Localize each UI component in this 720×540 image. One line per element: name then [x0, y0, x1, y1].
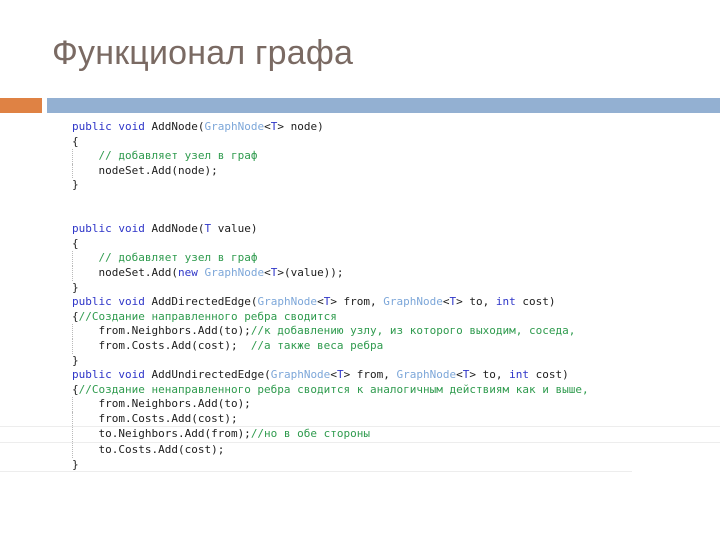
code-line: from.Costs.Add(cost);	[0, 411, 720, 427]
code-token: to.Neighbors.Add(from);	[72, 427, 251, 441]
code-token: AddNode(	[151, 222, 205, 236]
code-token: int	[495, 295, 516, 309]
code-line: }	[0, 458, 632, 473]
code-line: to.Neighbors.Add(from);//но в обе сторон…	[0, 426, 720, 444]
code-line	[0, 193, 720, 208]
code-token: AddDirectedEdge(	[151, 295, 258, 309]
code-token: {	[72, 382, 79, 396]
code-line: {//Создание ненаправленного ребра сводит…	[0, 383, 720, 398]
code-listing: public void AddNode(GraphNode<T> node){ …	[0, 120, 720, 473]
code-line: {//Создание направленного ребра сводится	[0, 310, 720, 325]
code-line: {	[0, 135, 720, 150]
code-token: > from,	[330, 295, 384, 309]
code-token: AddNode(	[151, 120, 205, 133]
code-token: > from,	[343, 368, 397, 382]
code-line: nodeSet.Add(new GraphNode<T>(value));	[0, 265, 720, 281]
accent-orange-block	[0, 98, 42, 113]
code-line: // добавляет узел в граф	[0, 149, 720, 164]
code-token: public void	[72, 295, 152, 309]
code-token: // добавляет узел в граф	[98, 251, 258, 265]
code-token: from.Neighbors.Add(to);	[72, 397, 251, 411]
code-line: public void AddNode(GraphNode<T> node)	[0, 120, 720, 135]
code-token: }	[72, 178, 79, 192]
code-line: {	[0, 237, 720, 252]
code-line: }	[0, 281, 720, 296]
code-token: }	[72, 457, 79, 471]
code-line: }	[0, 354, 720, 369]
code-token: GraphNode	[270, 368, 331, 382]
code-token: <	[317, 295, 324, 309]
code-token: public void	[72, 120, 152, 133]
code-token: //Создание ненаправленного ребра сводитс…	[78, 382, 589, 396]
code-token: GraphNode	[383, 295, 443, 309]
page-title: Функционал графа	[52, 34, 354, 72]
code-token: GraphNode	[204, 120, 265, 133]
code-token: //Создание направленного ребра сводится	[78, 309, 337, 323]
code-token: nodeSet.Add(node);	[72, 163, 218, 177]
code-line: from.Costs.Add(cost); //а также веса реб…	[0, 338, 720, 354]
code-token: GraphNode	[204, 265, 265, 279]
code-token: AddUndirectedEdge(	[151, 368, 271, 382]
code-token: {	[72, 134, 79, 148]
code-line: to.Costs.Add(cost);	[0, 443, 720, 458]
code-line: from.Neighbors.Add(to);	[0, 397, 720, 412]
code-token: value)	[211, 222, 258, 236]
code-token: > to,	[456, 295, 496, 309]
code-token: from.Costs.Add(cost);	[72, 411, 238, 425]
code-line: public void AddNode(T value)	[0, 222, 720, 237]
code-token: // добавляет узел в граф	[98, 149, 258, 163]
code-token: int	[509, 368, 530, 382]
code-line: }	[0, 178, 720, 193]
code-token: from.Costs.Add(cost);	[72, 338, 251, 352]
code-token: cost)	[515, 295, 556, 309]
code-token: > node)	[277, 120, 324, 133]
code-line: // добавляет узел в граф	[0, 251, 720, 266]
code-token: //а также веса ребра	[250, 338, 384, 352]
code-token: {	[72, 309, 79, 323]
code-token: to.Costs.Add(cost);	[72, 443, 225, 457]
code-token: nodeSet.Add(	[72, 265, 178, 279]
title-accent-band	[0, 98, 720, 113]
code-line: public void AddDirectedEdge(GraphNode<T>…	[0, 295, 720, 310]
code-token: > to,	[469, 368, 510, 382]
code-token: <	[264, 265, 271, 279]
code-token: <	[264, 120, 271, 133]
code-line	[0, 208, 720, 223]
code-token: public void	[72, 222, 152, 236]
code-token: from.Neighbors.Add(to);	[72, 324, 251, 338]
code-token: <	[442, 295, 450, 309]
code-token: }	[72, 280, 79, 294]
code-token: GraphNode	[257, 295, 318, 309]
code-token: T	[336, 368, 344, 382]
code-token: //но в обе стороны	[250, 427, 371, 441]
code-line: nodeSet.Add(node);	[0, 163, 720, 179]
code-token: >(value));	[277, 265, 344, 279]
code-token: <	[456, 368, 463, 382]
code-line: public void AddUndirectedEdge(GraphNode<…	[0, 368, 720, 383]
code-token: }	[72, 353, 79, 367]
code-token: GraphNode	[396, 368, 457, 382]
code-token: //к добавлению узлу, из которого выходим…	[250, 324, 576, 338]
code-token: {	[72, 236, 79, 250]
code-token: new	[177, 265, 198, 279]
code-token: cost)	[529, 368, 569, 382]
accent-blue-bar	[47, 98, 720, 113]
code-token: public void	[72, 368, 152, 382]
code-token: <	[330, 368, 337, 382]
code-line: from.Neighbors.Add(to);//к добавлению уз…	[0, 324, 720, 339]
